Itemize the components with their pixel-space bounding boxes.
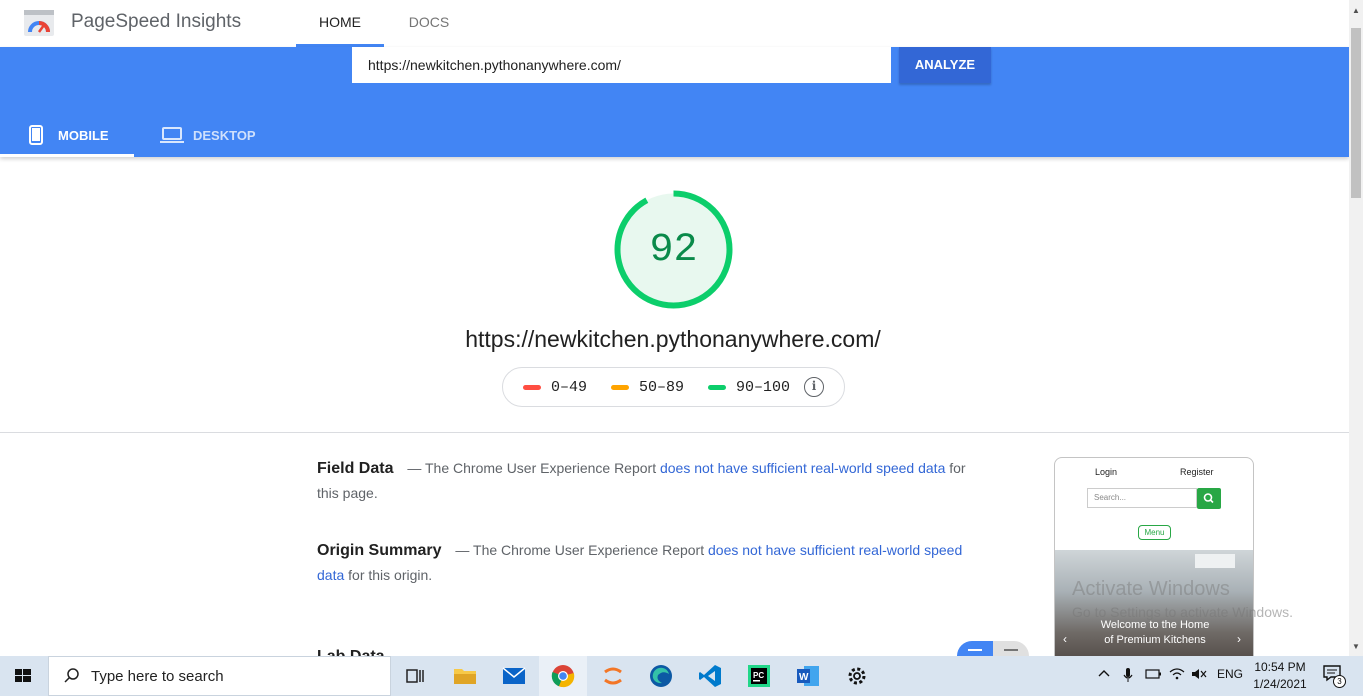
mail-icon — [502, 667, 526, 684]
clock-time: 10:54 PM — [1254, 660, 1306, 674]
tab-home[interactable]: HOME — [296, 0, 384, 47]
view-toggle[interactable] — [957, 641, 1029, 656]
activate-windows-hint: Go to Settings to activate Windows. — [1072, 604, 1293, 620]
legend-swatch-orange — [611, 384, 630, 390]
svg-text:W: W — [799, 672, 809, 683]
laptop-icon — [160, 127, 184, 143]
page-scrollbar[interactable]: ▲ ▼ — [1349, 0, 1363, 656]
tab-desktop-label: DESKTOP — [193, 127, 256, 143]
tab-desktop[interactable]: DESKTOP — [160, 113, 270, 157]
toggle-grid-button[interactable] — [957, 641, 993, 656]
svg-text:PC: PC — [753, 671, 764, 680]
legend-range: 90–100 — [736, 378, 791, 396]
analyzed-url: https://newkitchen.pythonanywhere.com/ — [465, 326, 881, 352]
origin-summary-title: Origin Summary — [317, 542, 442, 559]
taskbar-clock[interactable]: 10:54 PM 1/24/2021 — [1246, 659, 1314, 693]
thumb-search-button — [1197, 488, 1221, 509]
thumb-prev-arrow-icon: ‹ — [1063, 632, 1067, 646]
legend-swatch-green — [708, 384, 727, 390]
field-data-title: Field Data — [317, 460, 394, 477]
performance-score: 92 — [649, 228, 698, 273]
taskbar-search-placeholder: Type here to search — [91, 667, 224, 685]
word-button[interactable]: W — [784, 656, 832, 696]
thumb-hero-text: Welcome to the Home of Premium Kitchens — [1055, 618, 1253, 648]
activate-windows-title: Activate Windows — [1072, 578, 1230, 600]
thumb-login: Login — [1095, 467, 1118, 477]
word-icon: W — [797, 666, 819, 686]
notification-count-badge: 3 — [1333, 675, 1346, 688]
analyze-band: ANALYZE MOBILE DESKTOP — [0, 47, 1349, 157]
pagespeed-logo-icon — [24, 10, 54, 36]
thumb-window — [1195, 554, 1235, 568]
search-icon — [1203, 493, 1214, 504]
vscode-button[interactable] — [686, 656, 734, 696]
show-hidden-icons-chevron-up-icon[interactable] — [1098, 667, 1110, 681]
analyze-button[interactable]: ANALYZE — [899, 47, 991, 83]
legend-swatch-red — [523, 384, 541, 390]
mail-button[interactable] — [490, 656, 538, 696]
app-title: PageSpeed Insights — [71, 11, 242, 32]
scroll-down-icon[interactable]: ▼ — [1352, 642, 1360, 651]
search-icon — [64, 668, 79, 683]
info-icon[interactable]: i — [804, 377, 825, 397]
origin-summary-prefix: — The Chrome User Experience Report — [455, 542, 705, 558]
thumb-register: Register — [1180, 467, 1214, 477]
jupyter-button[interactable] — [589, 656, 637, 696]
edge-button[interactable] — [637, 656, 685, 696]
folder-icon — [454, 669, 476, 684]
legend-item-fail: 0–49 — [523, 379, 587, 396]
origin-summary-section: Origin Summary — The Chrome User Experie… — [317, 538, 967, 588]
tab-docs[interactable]: DOCS — [392, 0, 466, 47]
microphone-icon[interactable] — [1122, 667, 1134, 686]
clock-date: 1/24/2021 — [1253, 677, 1307, 691]
vscode-icon — [699, 665, 721, 687]
taskbar-search[interactable]: Type here to search — [48, 656, 391, 696]
page-screenshot-thumbnail: Login Register Search... Menu Welcome to… — [1054, 457, 1254, 667]
tab-mobile-label: MOBILE — [58, 127, 109, 143]
chrome-icon — [551, 665, 575, 688]
windows-start-button[interactable] — [0, 656, 46, 696]
thumb-menu-button: Menu — [1138, 525, 1171, 540]
settings-button[interactable] — [833, 656, 881, 696]
chrome-button[interactable] — [539, 656, 587, 696]
thumb-hero-line1: Welcome to the Home — [1100, 619, 1210, 631]
notification-center-button[interactable]: 3 — [1322, 664, 1346, 688]
thumb-hero-line2: of Premium Kitchens — [1104, 634, 1206, 646]
field-data-section: Field Data — The Chrome User Experience … — [317, 456, 977, 506]
field-data-link[interactable]: does not have sufficient real-world spee… — [660, 460, 945, 476]
legend-range: 0–49 — [551, 378, 588, 396]
score-legend: 0–49 50–89 90–100 i — [502, 367, 845, 407]
thumb-next-arrow-icon: › — [1237, 632, 1241, 646]
legend-item-average: 50–89 — [611, 379, 684, 396]
gear-icon — [848, 667, 866, 685]
scroll-thumb[interactable] — [1351, 28, 1361, 198]
task-view-icon — [406, 669, 424, 683]
phone-icon — [29, 125, 43, 145]
pycharm-icon: PC — [748, 665, 770, 687]
windows-logo-icon — [15, 669, 31, 682]
legend-range: 50–89 — [639, 378, 685, 396]
edge-icon — [650, 665, 672, 687]
origin-summary-suffix: for this origin. — [348, 567, 433, 583]
field-data-prefix: — The Chrome User Experience Report — [407, 460, 657, 476]
tab-mobile[interactable]: MOBILE — [0, 113, 134, 157]
pycharm-button[interactable]: PC — [735, 656, 783, 696]
toggle-list-button[interactable] — [993, 641, 1029, 656]
battery-icon[interactable] — [1144, 667, 1162, 684]
volume-muted-icon[interactable] — [1191, 667, 1207, 684]
legend-item-pass: 90–100 — [708, 379, 790, 396]
lab-data-title: Lab Data — [317, 648, 385, 656]
scroll-up-icon[interactable]: ▲ — [1352, 6, 1360, 15]
wifi-icon[interactable] — [1169, 667, 1185, 684]
input-language[interactable]: ENG — [1217, 667, 1243, 681]
divider — [0, 432, 1349, 433]
task-view-button[interactable] — [391, 656, 439, 696]
file-explorer-button[interactable] — [441, 656, 489, 696]
top-header: PageSpeed Insights HOME DOCS — [0, 0, 1349, 47]
jupyter-icon — [604, 667, 622, 685]
thumb-search-input: Search... — [1087, 488, 1197, 508]
url-input[interactable] — [352, 47, 891, 83]
windows-taskbar: Type here to search PC W ENG 10:54 PM 1/… — [0, 656, 1363, 696]
